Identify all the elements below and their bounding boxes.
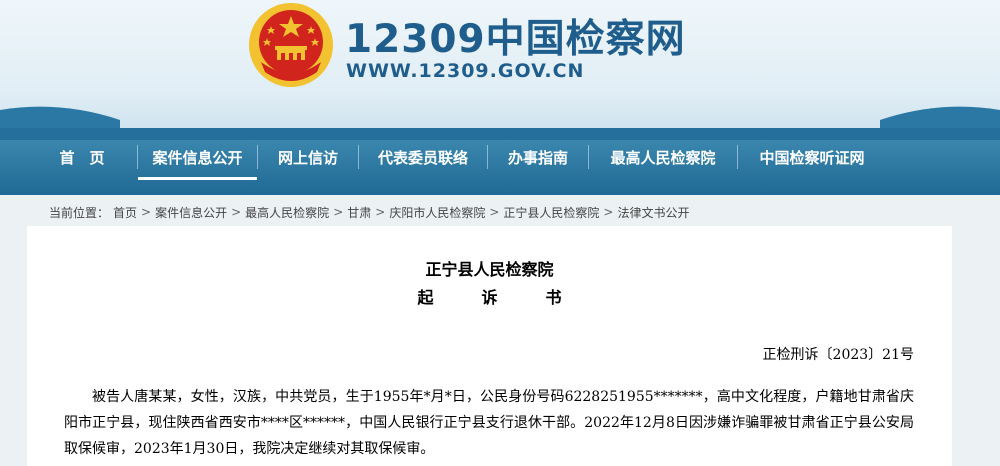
document-body: 被告人唐某某，女性，汉族，中共党员，生于1955年*月*日，公民身份号码6228… xyxy=(64,389,914,457)
breadcrumb-link[interactable]: 案件信息公开 xyxy=(155,204,227,221)
nav-label: 最高人民检察院 xyxy=(610,148,716,167)
breadcrumb-link[interactable]: 甘肃 xyxy=(347,204,371,221)
nav-label: 网上信访 xyxy=(277,148,338,167)
breadcrumb-separator: > xyxy=(375,205,386,219)
document-organization: 正宁县人民检察院 xyxy=(425,260,554,279)
nav-home[interactable]: 首 页 xyxy=(27,128,137,186)
site-title: 12309中国检察网 xyxy=(345,17,686,62)
nav-hearing-network[interactable]: 中国检察听证网 xyxy=(738,128,886,186)
nav-service-guide[interactable]: 办事指南 xyxy=(488,128,588,186)
nav-supreme-procuratorate[interactable]: 最高人民检察院 xyxy=(589,128,737,186)
breadcrumb-prefix: 当前位置： xyxy=(49,205,110,220)
breadcrumb-link[interactable]: 庆阳市人民检察院 xyxy=(389,204,485,221)
document-panel: 正宁县人民检察院 起诉书 正检刑诉〔2023〕21号 被告人唐某某，女性，汉族，… xyxy=(27,226,952,466)
breadcrumb-separator: > xyxy=(141,205,152,219)
nav-label: 中国检察听证网 xyxy=(759,148,865,167)
nav-representative-liaison[interactable]: 代表委员联络 xyxy=(359,128,487,186)
breadcrumb-separator: > xyxy=(231,205,242,219)
breadcrumb-separator: > xyxy=(489,205,500,219)
nav-label: 代表委员联络 xyxy=(377,148,468,167)
breadcrumb-link[interactable]: 最高人民检察院 xyxy=(245,204,329,221)
breadcrumb-link[interactable]: 法律文书公开 xyxy=(617,204,689,221)
breadcrumb-separator: > xyxy=(333,205,344,219)
breadcrumb-link[interactable]: 正宁县人民检察院 xyxy=(503,204,599,221)
document-number: 正检刑诉〔2023〕21号 xyxy=(762,347,914,363)
breadcrumb: 当前位置： 首页 > 案件信息公开 > 最高人民检察院 > 甘肃 > 庆阳市人民… xyxy=(49,203,690,221)
site-url: WWW.12309.GOV.CN xyxy=(346,60,585,82)
site-header: 12309中国检察网 WWW.12309.GOV.CN 首 页 案件信息公开 网… xyxy=(0,0,1000,195)
nav-label: 首 页 xyxy=(59,148,105,167)
main-nav: 首 页 案件信息公开 网上信访 代表委员联络 办事指南 最高人民检察院 中国检察… xyxy=(27,128,952,186)
nav-online-petition[interactable]: 网上信访 xyxy=(258,128,358,186)
document-type: 起诉书 xyxy=(417,288,610,307)
breadcrumb-link[interactable]: 首页 xyxy=(113,204,137,221)
breadcrumb-separator: > xyxy=(603,205,614,219)
nav-case-info[interactable]: 案件信息公开 xyxy=(138,128,257,186)
national-emblem-logo xyxy=(249,3,333,87)
nav-label: 办事指南 xyxy=(507,148,568,167)
nav-label: 案件信息公开 xyxy=(152,148,243,167)
